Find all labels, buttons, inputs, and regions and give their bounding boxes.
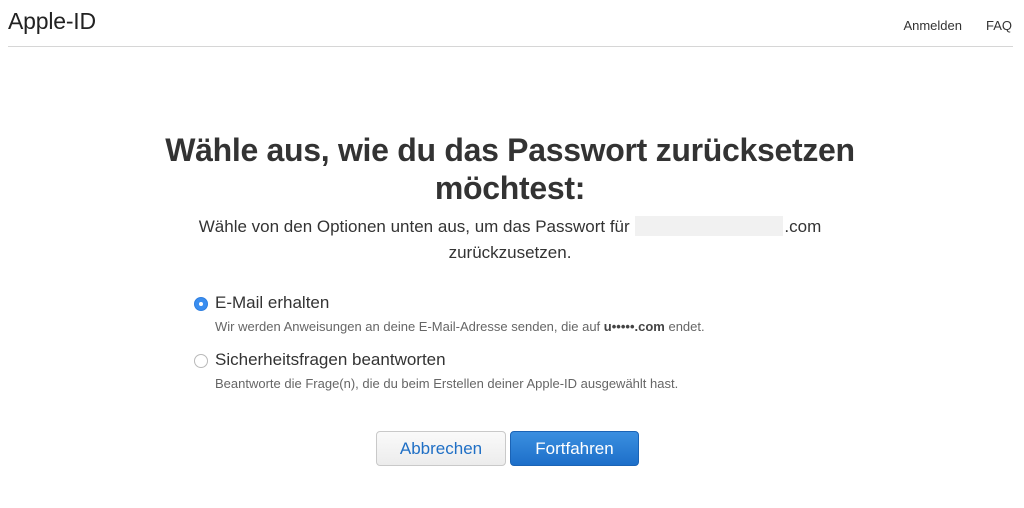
nav-faq-link[interactable]: FAQ [986, 18, 1012, 33]
masked-email: u•••••.com [603, 319, 665, 334]
subtitle-email-suffix: .com [784, 217, 822, 236]
option-security-description: Beantworte die Frage(n), die du beim Ers… [215, 376, 679, 391]
radio-security-questions[interactable] [194, 354, 208, 368]
subtitle-line2: zurückzusetzen. [448, 243, 572, 262]
header-divider [8, 46, 1013, 47]
top-nav: Anmelden FAQ [903, 18, 1012, 33]
option-email-desc-prefix: Wir werden Anweisungen an deine E-Mail-A… [215, 319, 601, 334]
nav-sign-in-link[interactable]: Anmelden [903, 18, 962, 33]
page-subtitle: Wähle von den Optionen unten aus, um das… [170, 214, 850, 266]
page-heading: Wähle aus, wie du das Passwort zurückset… [165, 132, 855, 206]
option-email-desc-suffix: endet. [668, 319, 705, 334]
subtitle-prefix: Wähle von den Optionen unten aus, um das… [198, 217, 630, 236]
option-email-description: Wir werden Anweisungen an deine E-Mail-A… [215, 319, 705, 334]
brand-title: Apple-ID [8, 8, 96, 34]
cancel-button[interactable]: Abbrechen [376, 431, 506, 466]
option-security-label[interactable]: Sicherheitsfragen beantworten [215, 350, 446, 370]
continue-button[interactable]: Fortfahren [510, 431, 639, 466]
option-email-label[interactable]: E-Mail erhalten [215, 293, 329, 313]
redacted-email [635, 216, 784, 236]
top-bar: Apple-ID Anmelden FAQ [0, 0, 1024, 48]
radio-email-selected[interactable] [194, 297, 208, 311]
